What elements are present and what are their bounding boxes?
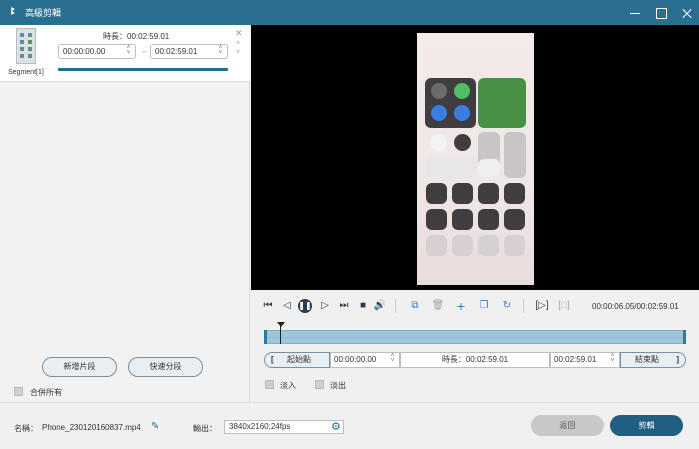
trim-start-spinner-icon[interactable]: ˄ ˅ <box>389 353 396 365</box>
start-spinner-icon[interactable]: ˄ ˅ <box>125 45 132 57</box>
video-frame <box>417 33 534 285</box>
fade-out-label: 淡出 <box>330 381 346 390</box>
step-forward-icon[interactable]: ▷ <box>318 299 332 313</box>
step-back-icon[interactable]: ◁ <box>280 299 294 313</box>
segment-panel: Segment[1] 時長：00:02:59.01 00:00:00.00 ˄ ˅… <box>0 25 250 402</box>
fade-out-checkbox[interactable] <box>315 380 324 389</box>
footer-bar: 名稱： Phone_230120160837.mp4 ✎ 輸出： 3840x21… <box>0 402 699 449</box>
mark-out-icon[interactable]: [□] <box>557 299 571 313</box>
segment-progress-bar <box>58 68 228 71</box>
window-title: 高級剪輯 <box>25 8 62 18</box>
segment-label: Segment[1] <box>8 69 44 76</box>
trim-start-input[interactable]: 00:00:00.00 ˄ ˅ <box>330 352 400 368</box>
trim-end-input[interactable]: 00:02:59.01 ˄ ˅ <box>550 352 620 368</box>
add-icon[interactable]: + <box>454 299 468 313</box>
remove-segment-icon[interactable]: ✕ <box>235 28 243 39</box>
output-label: 輸出： <box>193 424 217 433</box>
reset-icon[interactable]: ↻ <box>500 299 514 313</box>
fast-split-button[interactable]: 快速分段 <box>128 357 203 377</box>
window-controls <box>629 0 693 25</box>
minimize-icon[interactable] <box>629 7 641 19</box>
player-controls: ⏮ ◁ ❚❚ ▷ ⏭ ■ 🔊 ⧉ 🗑 + ❐ ↻ [▷] [□] 00:00:0… <box>251 290 699 402</box>
edit-name-icon[interactable]: ✎ <box>151 421 159 432</box>
video-preview <box>251 25 699 290</box>
add-segment-button[interactable]: 新增片段 <box>42 357 117 377</box>
trim-duration-text: 時長：00:02:59.01 <box>441 355 509 364</box>
fade-in-checkbox[interactable] <box>265 380 274 389</box>
segment-duration: 時長：00:02:59.01 <box>103 32 170 41</box>
time-separator: – <box>142 47 147 56</box>
split-icon[interactable]: ⧉ <box>408 299 422 313</box>
set-start-button[interactable]: [ 起始點 <box>264 352 330 368</box>
timeline-end-handle[interactable] <box>683 330 686 344</box>
trim-duration: 時長：00:02:59.01 <box>400 352 550 368</box>
name-label: 名稱： <box>14 424 38 433</box>
app-logo-icon: ꔪ <box>10 6 16 18</box>
set-end-label: 結束點 <box>635 355 659 364</box>
delete-icon[interactable]: 🗑 <box>431 299 445 313</box>
timeline-track[interactable] <box>264 330 686 344</box>
playhead-marker-icon[interactable] <box>277 322 285 327</box>
back-button[interactable]: 返回 <box>531 415 604 436</box>
skip-end-icon[interactable]: ⏭ <box>337 299 351 313</box>
time-readout: 00:00:06.05/00:02:59.01 <box>592 302 679 311</box>
trim-row: [ 起始點 00:00:00.00 ˄ ˅ 時長：00:02:59.01 00:0… <box>264 352 686 368</box>
skip-start-icon[interactable]: ⏮ <box>261 299 275 313</box>
output-settings-field[interactable]: 3840x2160;24fps <box>224 420 344 434</box>
pause-icon[interactable]: ❚❚ <box>298 299 312 313</box>
segment-end-input[interactable]: 00:02:59.01 ˄ ˅ <box>150 44 228 59</box>
trim-end-spinner-icon[interactable]: ˄ ˅ <box>609 353 616 365</box>
close-icon[interactable] <box>681 7 693 19</box>
segment-thumbnail <box>16 28 36 64</box>
end-spinner-icon[interactable]: ˄ ˅ <box>217 45 224 57</box>
fade-in-label: 淡入 <box>280 381 296 390</box>
title-bar: ꔪ 高級剪輯 <box>0 0 699 25</box>
trim-end-value: 00:02:59.01 <box>554 355 597 364</box>
stop-icon[interactable]: ■ <box>356 299 370 313</box>
move-up-icon[interactable]: ˄ <box>236 40 240 47</box>
copy-icon[interactable]: ❐ <box>477 299 491 313</box>
settings-gear-icon[interactable]: ⚙ <box>331 420 341 433</box>
merge-all-label: 合併所有 <box>30 388 62 397</box>
volume-icon[interactable]: 🔊 <box>373 299 387 313</box>
clip-button[interactable]: 剪輯 <box>610 415 683 436</box>
move-down-icon[interactable]: ˅ <box>236 49 240 56</box>
segment-end-value: 00:02:59.01 <box>155 47 198 56</box>
segment-start-value: 00:00:00.00 <box>63 47 106 56</box>
set-end-button[interactable]: 結束點 ] <box>620 352 686 368</box>
mark-in-icon[interactable]: [▷] <box>535 299 549 313</box>
segment-start-input[interactable]: 00:00:00.00 ˄ ˅ <box>58 44 136 59</box>
media-tile <box>478 78 526 128</box>
segment-card[interactable]: Segment[1] 時長：00:02:59.01 00:00:00.00 ˄ ˅… <box>0 25 250 82</box>
trim-start-value: 00:00:00.00 <box>334 355 377 364</box>
file-name: Phone_230120160837.mp4 <box>42 423 141 432</box>
maximize-icon[interactable] <box>655 7 667 19</box>
set-start-label: 起始點 <box>287 355 311 364</box>
merge-all-checkbox[interactable] <box>14 387 23 396</box>
output-value: 3840x2160;24fps <box>229 422 291 431</box>
